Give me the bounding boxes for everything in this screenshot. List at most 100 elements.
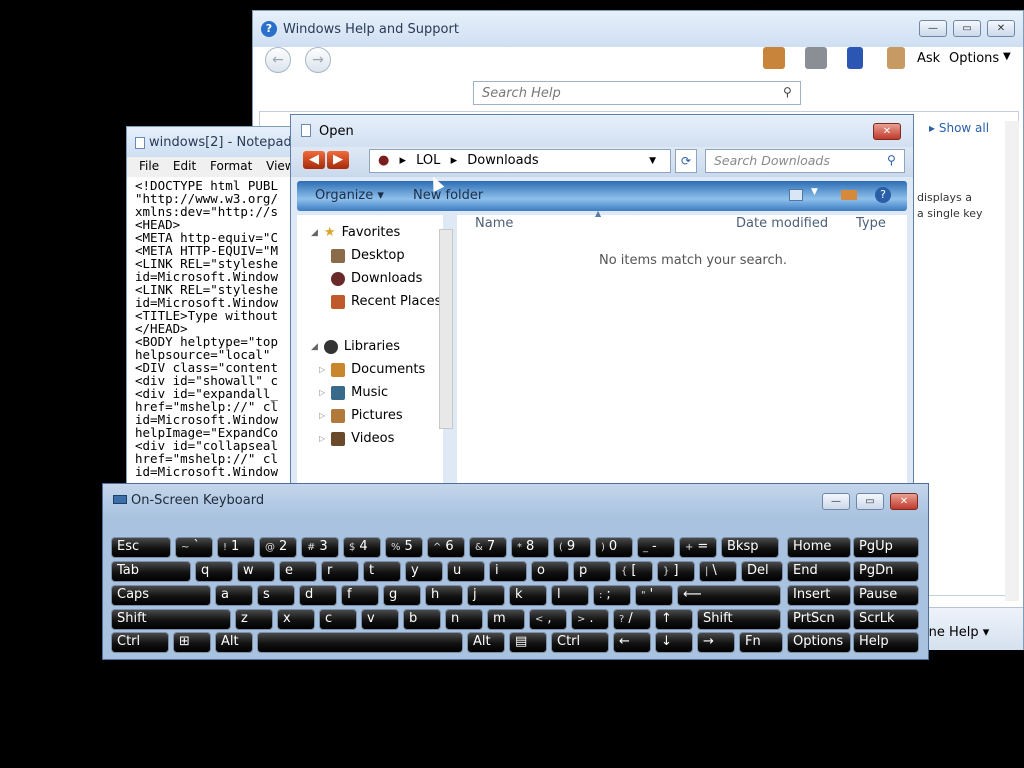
nav-item-pictures[interactable]: ▷ Pictures: [319, 408, 403, 423]
key-0[interactable]: ) 0: [595, 537, 633, 558]
open-close-button[interactable]: ✕: [873, 123, 901, 140]
notepad-text-area[interactable]: <!DOCTYPE html PUBL "http://www.w3.org/ …: [127, 177, 295, 477]
ask-button[interactable]: Ask: [917, 51, 940, 66]
key-symbol[interactable]: →: [697, 632, 735, 653]
key-symbol[interactable]: " ': [635, 585, 673, 606]
key-esc[interactable]: Esc: [111, 537, 171, 558]
osk-maximize-button[interactable]: ▭: [856, 493, 884, 510]
options-chevron-down-icon[interactable]: ▼: [1003, 51, 1011, 62]
view-icon[interactable]: [789, 189, 803, 201]
menu-edit[interactable]: Edit: [173, 159, 196, 173]
search-downloads-input[interactable]: Search Downloads: [705, 149, 905, 173]
key-x[interactable]: x: [277, 609, 315, 630]
key-symbol[interactable]: {[: [615, 561, 653, 582]
key-s[interactable]: s: [257, 585, 295, 606]
nav-item-recent-places[interactable]: Recent Places: [331, 294, 441, 309]
key-symbol[interactable]: ↑: [655, 609, 693, 630]
key-symbol[interactable]: <,: [529, 609, 567, 630]
key-symbol[interactable]: ? /: [613, 609, 651, 630]
key-d[interactable]: d: [299, 585, 337, 606]
key-bksp[interactable]: Bksp: [721, 537, 779, 558]
key-4[interactable]: $4: [343, 537, 381, 558]
key-3[interactable]: #3: [301, 537, 339, 558]
address-dropdown-icon[interactable]: ▼: [649, 156, 656, 166]
key-symbol[interactable]: }]: [657, 561, 695, 582]
maximize-button[interactable]: ▭: [953, 20, 981, 37]
key-l[interactable]: l: [551, 585, 589, 606]
ask-icon[interactable]: [887, 47, 905, 69]
key-1[interactable]: ! 1: [217, 537, 255, 558]
online-help-button[interactable]: ine Help ▾: [925, 625, 989, 640]
key-c[interactable]: c: [319, 609, 357, 630]
column-date-modified[interactable]: Date modified: [736, 216, 828, 231]
key-8[interactable]: * 8: [511, 537, 549, 558]
search-icon[interactable]: ⚲: [887, 153, 896, 167]
options-button[interactable]: Options: [949, 51, 999, 66]
help-icon[interactable]: ?: [875, 187, 891, 203]
key-f[interactable]: f: [341, 585, 379, 606]
nav-pane-scrollbar[interactable]: [439, 229, 453, 429]
key-symbol[interactable]: ▤: [509, 632, 547, 653]
organize-button[interactable]: Organize ▾: [315, 188, 384, 203]
help-titlebar[interactable]: ? Windows Help and Support: [253, 11, 1023, 47]
menu-file[interactable]: File: [139, 159, 159, 173]
key-insert[interactable]: Insert: [787, 585, 851, 606]
key-symbol[interactable]: ~ `: [175, 537, 213, 558]
key-end[interactable]: End: [787, 561, 851, 582]
key-7[interactable]: & 7: [469, 537, 507, 558]
key-g[interactable]: g: [383, 585, 421, 606]
breadcrumb-downloads[interactable]: Downloads: [467, 153, 538, 168]
breadcrumb-lol[interactable]: LOL: [416, 153, 440, 168]
key-t[interactable]: t: [363, 561, 401, 582]
key-alt[interactable]: Alt: [467, 632, 505, 653]
nav-item-music[interactable]: ▷ Music: [319, 385, 388, 400]
libraries-node[interactable]: ◢ Libraries: [311, 339, 400, 354]
new-folder-button[interactable]: New folder: [413, 188, 483, 203]
open-titlebar[interactable]: Open ✕: [291, 115, 913, 147]
key-ctrl[interactable]: Ctrl: [111, 632, 169, 653]
key-n[interactable]: n: [445, 609, 483, 630]
forward-arrow-icon[interactable]: ▶: [327, 151, 349, 169]
address-bar[interactable]: ● ▸ LOL ▸ Downloads ▼: [369, 149, 671, 173]
key-symbol[interactable]: ⟵: [677, 585, 781, 606]
key-symbol[interactable]: + =: [679, 537, 717, 558]
key-symbol[interactable]: ←: [613, 632, 651, 653]
key-home[interactable]: Home: [787, 537, 851, 558]
key-b[interactable]: b: [403, 609, 441, 630]
key-v[interactable]: v: [361, 609, 399, 630]
key-9[interactable]: (9: [553, 537, 591, 558]
key-alt[interactable]: Alt: [215, 632, 253, 653]
back-arrow-icon[interactable]: ◀: [303, 151, 325, 169]
nav-item-documents[interactable]: ▷ Documents: [319, 362, 425, 377]
key-o[interactable]: o: [531, 561, 569, 582]
key-pause[interactable]: Pause: [853, 585, 919, 606]
key-k[interactable]: k: [509, 585, 547, 606]
home-icon[interactable]: [763, 47, 785, 69]
key-a[interactable]: a: [215, 585, 253, 606]
view-chevron-down-icon[interactable]: ▼: [811, 187, 818, 197]
key-5[interactable]: % 5: [385, 537, 423, 558]
key-symbol[interactable]: _ -: [637, 537, 675, 558]
key-shift[interactable]: Shift: [697, 609, 781, 630]
menu-format[interactable]: Format: [210, 159, 252, 173]
key-e[interactable]: e: [279, 561, 317, 582]
browse-help-icon[interactable]: [847, 47, 863, 69]
osk-titlebar[interactable]: On-Screen Keyboard: [103, 484, 928, 518]
key-z[interactable]: z: [235, 609, 273, 630]
column-type[interactable]: Type: [856, 216, 886, 231]
print-icon[interactable]: [805, 47, 827, 69]
key-symbol[interactable]: ⊞: [173, 632, 211, 653]
help-search-input[interactable]: Search Help: [473, 81, 801, 105]
key-m[interactable]: m: [487, 609, 525, 630]
key-caps[interactable]: Caps: [111, 585, 211, 606]
key-ctrl[interactable]: Ctrl: [551, 632, 609, 653]
search-icon[interactable]: ⚲: [783, 85, 792, 99]
key-2[interactable]: @2: [259, 537, 297, 558]
key-tab[interactable]: Tab: [111, 561, 191, 582]
key-r[interactable]: r: [321, 561, 359, 582]
back-icon[interactable]: ←: [265, 47, 291, 73]
key-symbol[interactable]: | \: [699, 561, 737, 582]
key-i[interactable]: i: [489, 561, 527, 582]
column-name[interactable]: Name: [475, 216, 513, 231]
key-w[interactable]: w: [237, 561, 275, 582]
